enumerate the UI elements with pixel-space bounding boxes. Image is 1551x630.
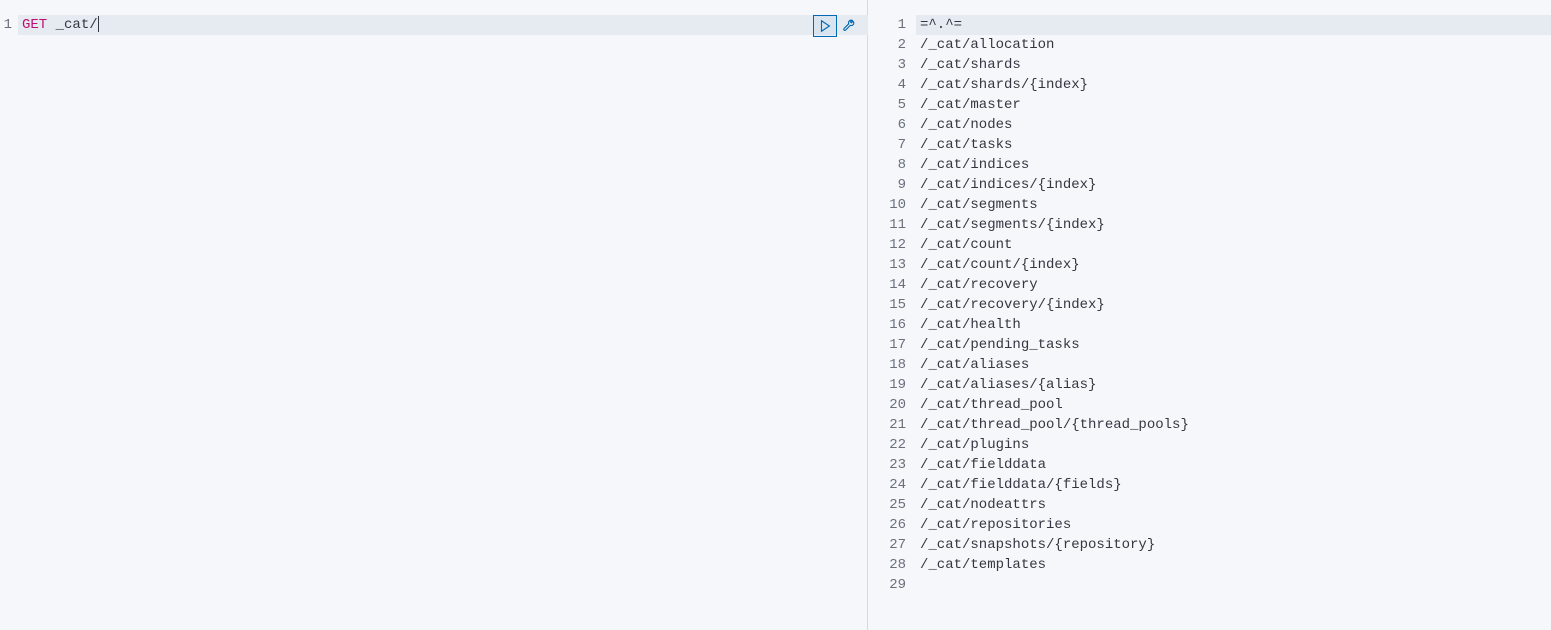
text-cursor <box>98 16 99 32</box>
response-line <box>920 575 1551 595</box>
request-toolbar <box>813 15 861 37</box>
response-line: /_cat/segments/{index} <box>920 215 1551 235</box>
response-line: /_cat/shards <box>920 55 1551 75</box>
response-line: /_cat/snapshots/{repository} <box>920 535 1551 555</box>
line-number: 4 <box>868 75 906 95</box>
response-line: /_cat/recovery/{index} <box>920 295 1551 315</box>
line-number: 9 <box>868 175 906 195</box>
line-number: 13 <box>868 255 906 275</box>
response-line: /_cat/repositories <box>920 515 1551 535</box>
response-line: /_cat/count/{index} <box>920 255 1551 275</box>
line-number: 23 <box>868 455 906 475</box>
line-number: 22 <box>868 435 906 455</box>
response-line: /_cat/allocation <box>920 35 1551 55</box>
run-button[interactable] <box>813 15 837 37</box>
line-number: 12 <box>868 235 906 255</box>
response-line: /_cat/count <box>920 235 1551 255</box>
line-number: 17 <box>868 335 906 355</box>
response-line: /_cat/thread_pool <box>920 395 1551 415</box>
response-line: /_cat/pending_tasks <box>920 335 1551 355</box>
response-line: /_cat/master <box>920 95 1551 115</box>
line-number: 25 <box>868 495 906 515</box>
line-number: 19 <box>868 375 906 395</box>
response-line: /_cat/thread_pool/{thread_pools} <box>920 415 1551 435</box>
response-line: /_cat/fielddata <box>920 455 1551 475</box>
request-editor-panel: 1 GET _cat/ <box>0 0 868 630</box>
line-number: 11 <box>868 215 906 235</box>
line-number: 16 <box>868 315 906 335</box>
options-button[interactable] <box>837 15 861 37</box>
line-number: 24 <box>868 475 906 495</box>
line-number: 28 <box>868 555 906 575</box>
response-line: /_cat/recovery <box>920 275 1551 295</box>
response-line: /_cat/health <box>920 315 1551 335</box>
response-line: /_cat/indices <box>920 155 1551 175</box>
request-editor[interactable]: 1 GET _cat/ <box>0 0 867 630</box>
response-line: /_cat/nodeattrs <box>920 495 1551 515</box>
line-number: 21 <box>868 415 906 435</box>
line-number: 1 <box>0 15 12 35</box>
response-line: /_cat/tasks <box>920 135 1551 155</box>
request-line[interactable]: GET _cat/ <box>22 15 867 35</box>
line-number: 15 <box>868 295 906 315</box>
play-icon <box>818 19 832 33</box>
wrench-icon <box>842 19 856 33</box>
response-line: /_cat/aliases <box>920 355 1551 375</box>
request-code[interactable]: GET _cat/ <box>18 15 867 630</box>
line-number: 20 <box>868 395 906 415</box>
http-method: GET <box>22 17 47 33</box>
response-line: /_cat/segments <box>920 195 1551 215</box>
response-line: /_cat/templates <box>920 555 1551 575</box>
response-line: =^.^= <box>920 15 1551 35</box>
line-number: 5 <box>868 95 906 115</box>
line-number: 7 <box>868 135 906 155</box>
line-number: 10 <box>868 195 906 215</box>
response-viewer[interactable]: 1234567891011121314151617181920212223242… <box>868 0 1551 630</box>
response-line: /_cat/plugins <box>920 435 1551 455</box>
line-number: 18 <box>868 355 906 375</box>
response-line: /_cat/fielddata/{fields} <box>920 475 1551 495</box>
line-number: 27 <box>868 535 906 555</box>
response-line: /_cat/shards/{index} <box>920 75 1551 95</box>
response-code[interactable]: =^.^=/_cat/allocation/_cat/shards/_cat/s… <box>916 15 1551 630</box>
response-panel: ⋮ 12345678910111213141516171819202122232… <box>868 0 1551 630</box>
line-number: 26 <box>868 515 906 535</box>
line-number: 1 <box>868 15 906 35</box>
line-number: 3 <box>868 55 906 75</box>
line-number: 14 <box>868 275 906 295</box>
response-gutter: 1234567891011121314151617181920212223242… <box>868 15 916 630</box>
line-number: 29 <box>868 575 906 595</box>
response-line: /_cat/aliases/{alias} <box>920 375 1551 395</box>
line-number: 2 <box>868 35 906 55</box>
response-line: /_cat/indices/{index} <box>920 175 1551 195</box>
response-line: /_cat/nodes <box>920 115 1551 135</box>
line-number: 6 <box>868 115 906 135</box>
request-path: _cat/ <box>56 17 98 33</box>
line-number: 8 <box>868 155 906 175</box>
